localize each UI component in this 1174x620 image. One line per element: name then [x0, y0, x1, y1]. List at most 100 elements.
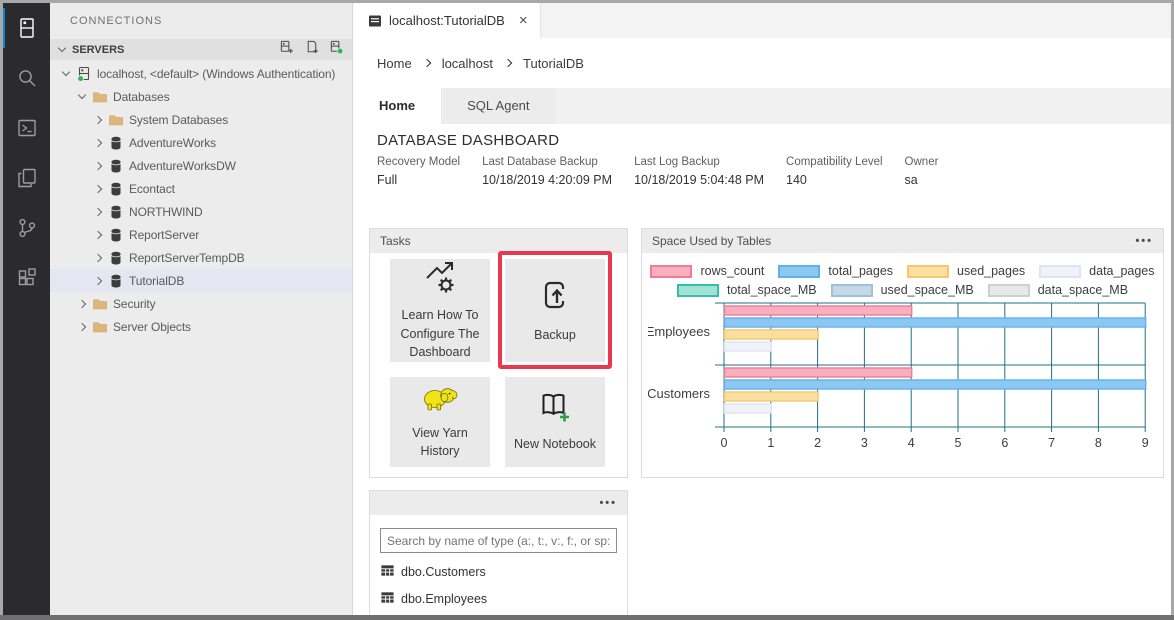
tree-item-reportserver[interactable]: ReportServer	[50, 223, 352, 246]
chart-widget-header: Space Used by Tables •••	[642, 229, 1163, 253]
chart-legend-row-2: total_space_MBused_space_MBdata_space_MB	[642, 283, 1163, 297]
property-compatibility-level: Compatibility Level 140	[786, 156, 883, 187]
svg-text:0: 0	[721, 436, 728, 450]
chevron-right-icon	[90, 250, 106, 266]
activity-notebooks-icon[interactable]	[3, 153, 50, 203]
tree-item-label: AdventureWorks	[129, 136, 216, 150]
legend-swatch	[677, 284, 719, 297]
tab-home[interactable]: Home	[353, 88, 441, 124]
object-search-input[interactable]	[380, 528, 617, 553]
folder-icon	[92, 296, 108, 312]
tab-sql-agent[interactable]: SQL Agent	[441, 88, 555, 124]
legend-swatch	[831, 284, 873, 297]
property-value: 140	[786, 173, 883, 187]
chevron-right-icon	[90, 112, 106, 128]
property-label: Compatibility Level	[786, 156, 883, 168]
chevron-down-icon	[74, 89, 90, 105]
activity-source-control-icon[interactable]	[3, 203, 50, 253]
bar-chart: 0123456789EmployeesCustomers	[648, 301, 1163, 456]
active-connections-icon[interactable]	[329, 40, 344, 60]
page-title: DATABASE DASHBOARD	[377, 132, 559, 149]
editor-area: localhost:TutorialDB × Home localhost Tu…	[352, 3, 1171, 615]
task-label: New Notebook	[514, 435, 596, 453]
task-backup-button[interactable]: Backup	[505, 259, 605, 362]
more-actions-icon[interactable]: •••	[599, 498, 617, 508]
breadcrumb-home[interactable]: Home	[377, 56, 412, 71]
server-icon	[76, 66, 92, 82]
object-dbo-customers[interactable]: dbo.Customers	[380, 560, 617, 584]
legend-label: used_pages	[957, 264, 1025, 278]
chart-title: Space Used by Tables	[652, 234, 771, 248]
tree-item-databases[interactable]: Databases	[50, 85, 352, 108]
tree-item-adventureworks[interactable]: AdventureWorks	[50, 131, 352, 154]
tree-item-label: NORTHWIND	[129, 205, 203, 219]
tree-item-label: ReportServer	[129, 228, 199, 242]
new-server-group-icon[interactable]	[304, 40, 319, 60]
property-owner: Ownersa	[905, 156, 939, 187]
search-body: dbo.Customers dbo.Employees	[370, 515, 627, 615]
dashboard-content: DATABASE DASHBOARD Recovery ModelFull Las…	[353, 124, 1171, 615]
svg-text:5: 5	[955, 436, 962, 450]
property-label: Last Log Backup	[634, 156, 764, 168]
legend-item-total_pages: total_pages	[778, 264, 893, 278]
tree-item-adventureworksdw[interactable]: AdventureWorksDW	[50, 154, 352, 177]
database-icon	[108, 158, 124, 174]
legend-swatch	[1039, 265, 1081, 278]
tree-item-localhost-default-windows-authentication[interactable]: localhost, <default> (Windows Authentica…	[50, 62, 352, 85]
database-properties: Recovery ModelFull Last Database Backup10…	[377, 156, 960, 187]
servers-section-header[interactable]: SERVERS	[50, 39, 352, 60]
chevron-right-icon	[422, 59, 430, 67]
chevron-right-icon	[90, 135, 106, 151]
breadcrumb: Home localhost TutorialDB	[353, 38, 1171, 88]
sidebar-title: CONNECTIONS	[50, 3, 352, 39]
activity-extensions-icon[interactable]	[3, 253, 50, 303]
task-view-yarn-history-button[interactable]: View Yarn History	[390, 377, 490, 467]
svg-text:2: 2	[814, 436, 821, 450]
tree-item-reportservertempdb[interactable]: ReportServerTempDB	[50, 246, 352, 269]
database-dashboard-icon	[367, 13, 383, 29]
object-label: dbo.Employees	[401, 592, 487, 606]
tree-item-system-databases[interactable]: System Databases	[50, 108, 352, 131]
table-icon	[380, 563, 401, 581]
object-dbo-employees[interactable]: dbo.Employees	[380, 587, 617, 611]
tree-item-tutorialdb[interactable]: TutorialDB	[50, 269, 352, 292]
svg-text:7: 7	[1048, 436, 1055, 450]
database-icon	[108, 227, 124, 243]
app-window: CONNECTIONS SERVERS localhost, <default>…	[0, 0, 1174, 620]
tree-item-label: localhost, <default> (Windows Authentica…	[97, 67, 335, 81]
chevron-right-icon	[90, 181, 106, 197]
activity-connections-icon[interactable]	[3, 3, 50, 53]
activity-search-icon[interactable]	[3, 53, 50, 103]
server-tree: localhost, <default> (Windows Authentica…	[50, 60, 352, 338]
legend-swatch	[988, 284, 1030, 297]
tree-item-econtact[interactable]: Econtact	[50, 177, 352, 200]
breadcrumb-tutorialdb[interactable]: TutorialDB	[523, 56, 584, 71]
tree-item-label: ReportServerTempDB	[129, 251, 245, 265]
legend-label: data_space_MB	[1038, 283, 1128, 297]
chevron-right-icon	[74, 319, 90, 335]
legend-item-rows_count: rows_count	[650, 264, 764, 278]
more-actions-icon[interactable]: •••	[1135, 236, 1153, 246]
close-icon[interactable]: ×	[519, 12, 528, 29]
tree-item-northwind[interactable]: NORTHWIND	[50, 200, 352, 223]
activity-terminal-icon[interactable]	[3, 103, 50, 153]
tree-item-label: Server Objects	[113, 320, 191, 334]
tree-item-label: Security	[113, 297, 156, 311]
tree-item-label: System Databases	[129, 113, 228, 127]
tree-item-security[interactable]: Security	[50, 292, 352, 315]
task-learn-how-to-configure-the-dashboard-button[interactable]: Learn How To Configure The Dashboard	[390, 259, 490, 362]
tree-item-label: AdventureWorksDW	[129, 159, 236, 173]
new-connection-icon[interactable]	[279, 40, 294, 60]
configure-dashboard-icon	[419, 260, 461, 306]
tab-localhost-tutorialdb[interactable]: localhost:TutorialDB ×	[353, 3, 541, 38]
tree-item-server-objects[interactable]: Server Objects	[50, 315, 352, 338]
property-last-database-backup: Last Database Backup10/18/2019 4:20:09 P…	[482, 156, 612, 187]
svg-text:Employees: Employees	[648, 324, 710, 339]
task-new-notebook-button[interactable]: New Notebook	[505, 377, 605, 467]
property-recovery-model: Recovery ModelFull	[377, 156, 460, 187]
svg-text:1: 1	[767, 436, 774, 450]
space-used-widget: Space Used by Tables ••• rows_count total…	[641, 228, 1164, 478]
search-widget-header: •••	[370, 491, 627, 515]
breadcrumb-localhost[interactable]: localhost	[442, 56, 493, 71]
legend-item-used_space_MB: used_space_MB	[831, 283, 974, 297]
